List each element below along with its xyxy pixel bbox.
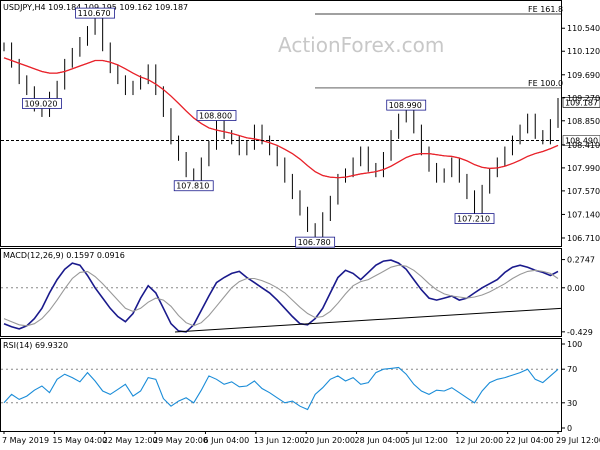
y-tick-label: 0.00 (567, 284, 585, 293)
price-annotation-label: 107.210 (457, 215, 490, 224)
rsi-layer (1, 366, 561, 411)
y-tick-label: -0.429 (567, 328, 593, 337)
y-tick-label: 107.140 (567, 210, 600, 219)
macd-trendline (174, 307, 562, 333)
price-annotation-label: 109.020 (24, 99, 57, 108)
y-tick-label: 109.270 (567, 94, 600, 103)
y-tick-label: 107.570 (567, 187, 600, 196)
y-tick-label: 110.540 (567, 24, 600, 33)
x-tick-label: 22 May 12:00 (103, 436, 158, 445)
x-tick-label: 7 May 2019 (2, 436, 49, 445)
x-tick-label: 28 Jun 04:00 (355, 436, 406, 445)
price-annotation-label: 110.670 (78, 9, 111, 18)
x-tick-label: 6 Jun 04:00 (203, 436, 249, 445)
x-tick-label: 29 May 20:00 (153, 436, 208, 445)
y-tick-label: 30 (567, 399, 577, 408)
x-tick-label: 13 Jun 12:00 (254, 436, 305, 445)
y-tick-label: 0.2747 (567, 256, 595, 265)
price-annotation-label: 108.800 (199, 112, 232, 121)
price-annotation-label: 108.990 (389, 101, 422, 110)
rsi-panel-frame (0, 338, 562, 432)
macd-panel-frame (0, 248, 562, 337)
ma-line (3, 57, 559, 179)
y-tick-label: 110.120 (567, 47, 600, 56)
x-tick-label: 20 Jun 20:00 (304, 436, 355, 445)
rsi-panel-title: RSI(14) 69.9320 (3, 341, 68, 350)
x-tick-label: 15 May 04:00 (52, 436, 107, 445)
y-tick-label: 70 (567, 365, 577, 374)
macd-layer (1, 259, 562, 333)
y-tick-label: 108.410 (567, 141, 600, 150)
x-tick-label: 12 Jul 20:00 (455, 436, 503, 445)
fibo-label: FE 161.8 (528, 5, 563, 14)
price-annotation-label: 106.780 (298, 238, 331, 247)
macd-line (3, 259, 559, 333)
y-tick-label: 109.690 (567, 71, 600, 80)
y-tick-label: 108.850 (567, 117, 600, 126)
fibo-label: FE 100.0 (528, 79, 563, 88)
x-tick-label: 29 Jul 12:00 (556, 436, 600, 445)
price-annotation-label: 107.810 (176, 182, 209, 191)
moving-average-line (3, 57, 559, 179)
y-tick-label: 100 (567, 340, 582, 349)
watermark: ActionForex.com (278, 33, 444, 57)
y-tick-label: 107.990 (567, 164, 600, 173)
forex-chart: ActionForex.com USDJPY,H4 109.184 109.19… (0, 0, 600, 445)
y-tick-label: 106.710 (567, 234, 600, 243)
y-tick-label: 0 (567, 424, 572, 433)
axis-layer: 106.710 107.140 107.570 107.990 108.410 108.8… (2, 24, 600, 445)
x-tick-label: 22 Jul 04:00 (506, 436, 554, 445)
macd-panel-title: MACD(12,26,9) 0.1597 0.0916 (3, 251, 125, 260)
x-tick-label: 5 Jul 12:00 (405, 436, 448, 445)
